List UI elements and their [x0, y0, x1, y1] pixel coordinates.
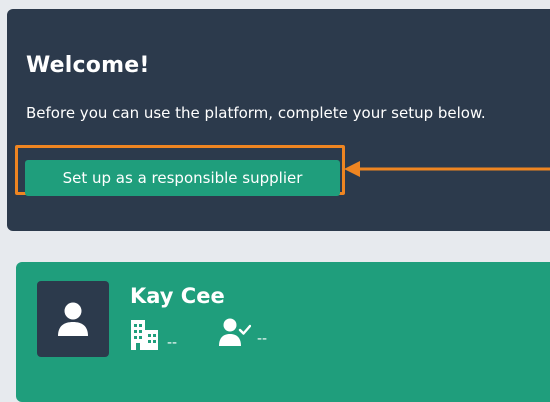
pointer-arrow-icon [344, 161, 550, 177]
user-check-icon [219, 318, 251, 346]
organization-stat: -- [129, 318, 177, 350]
user-stat: -- [219, 318, 267, 346]
welcome-title: Welcome! [26, 53, 150, 78]
building-icon [131, 320, 158, 350]
organization-value: -- [167, 335, 178, 351]
setup-supplier-button[interactable]: Set up as a responsible supplier [25, 160, 340, 196]
avatar [37, 281, 109, 357]
profile-card: Kay Cee -- -- [16, 262, 550, 402]
user-avatar-icon [58, 302, 88, 336]
welcome-message: Before you can use the platform, complet… [26, 104, 486, 122]
profile-name: Kay Cee [130, 284, 225, 308]
user-value: -- [257, 331, 268, 347]
welcome-card: Welcome! Before you can use the platform… [7, 9, 550, 231]
